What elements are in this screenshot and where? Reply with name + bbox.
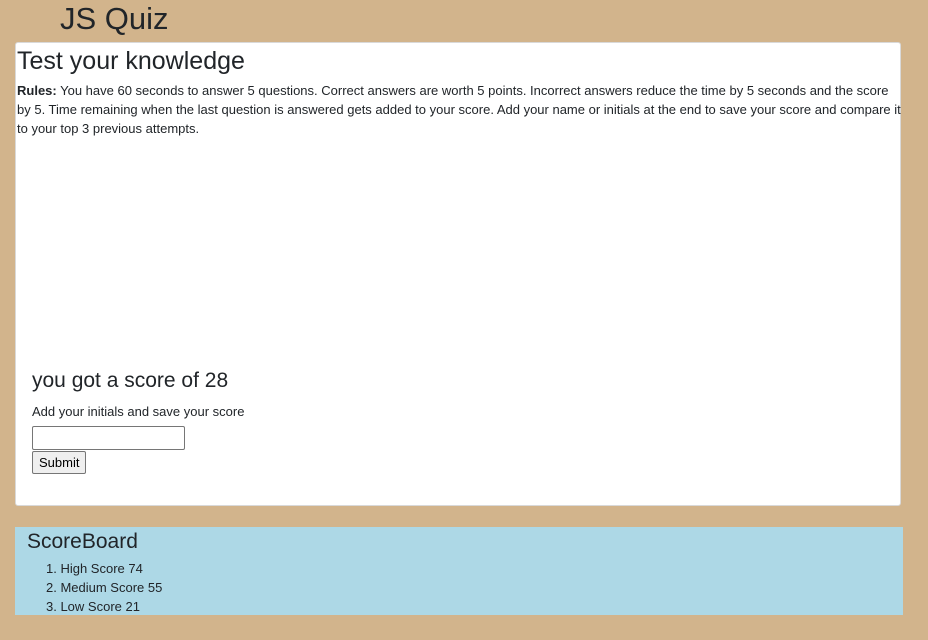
final-score-text: you got a score of 28 xyxy=(32,369,229,392)
quiz-heading: Test your knowledge xyxy=(17,47,245,75)
rules-label: Rules: xyxy=(17,83,57,98)
rules-text: You have 60 seconds to answer 5 question… xyxy=(17,83,901,136)
score-list-item: 1. High Score 74 xyxy=(46,561,143,576)
scoreboard: ScoreBoard 1. High Score 74 2. Medium Sc… xyxy=(15,527,903,615)
submit-button[interactable]: Submit xyxy=(32,451,87,474)
score-list-item: 2. Medium Score 55 xyxy=(46,580,163,595)
score-form: you got a score of 28 Add your initials … xyxy=(32,367,244,474)
initials-input[interactable] xyxy=(32,426,185,450)
app-title: JS Quiz xyxy=(60,1,169,36)
quiz-card: Test your knowledge Rules: You have 60 s… xyxy=(15,42,901,506)
rules-paragraph: Rules: You have 60 seconds to answer 5 q… xyxy=(17,81,901,138)
scoreboard-title: ScoreBoard xyxy=(27,530,138,553)
score-list: 1. High Score 74 2. Medium Score 55 3. L… xyxy=(31,559,162,616)
score-list-item: 3. Low Score 21 xyxy=(46,599,140,614)
initials-label: Add your initials and save your score xyxy=(32,404,245,419)
